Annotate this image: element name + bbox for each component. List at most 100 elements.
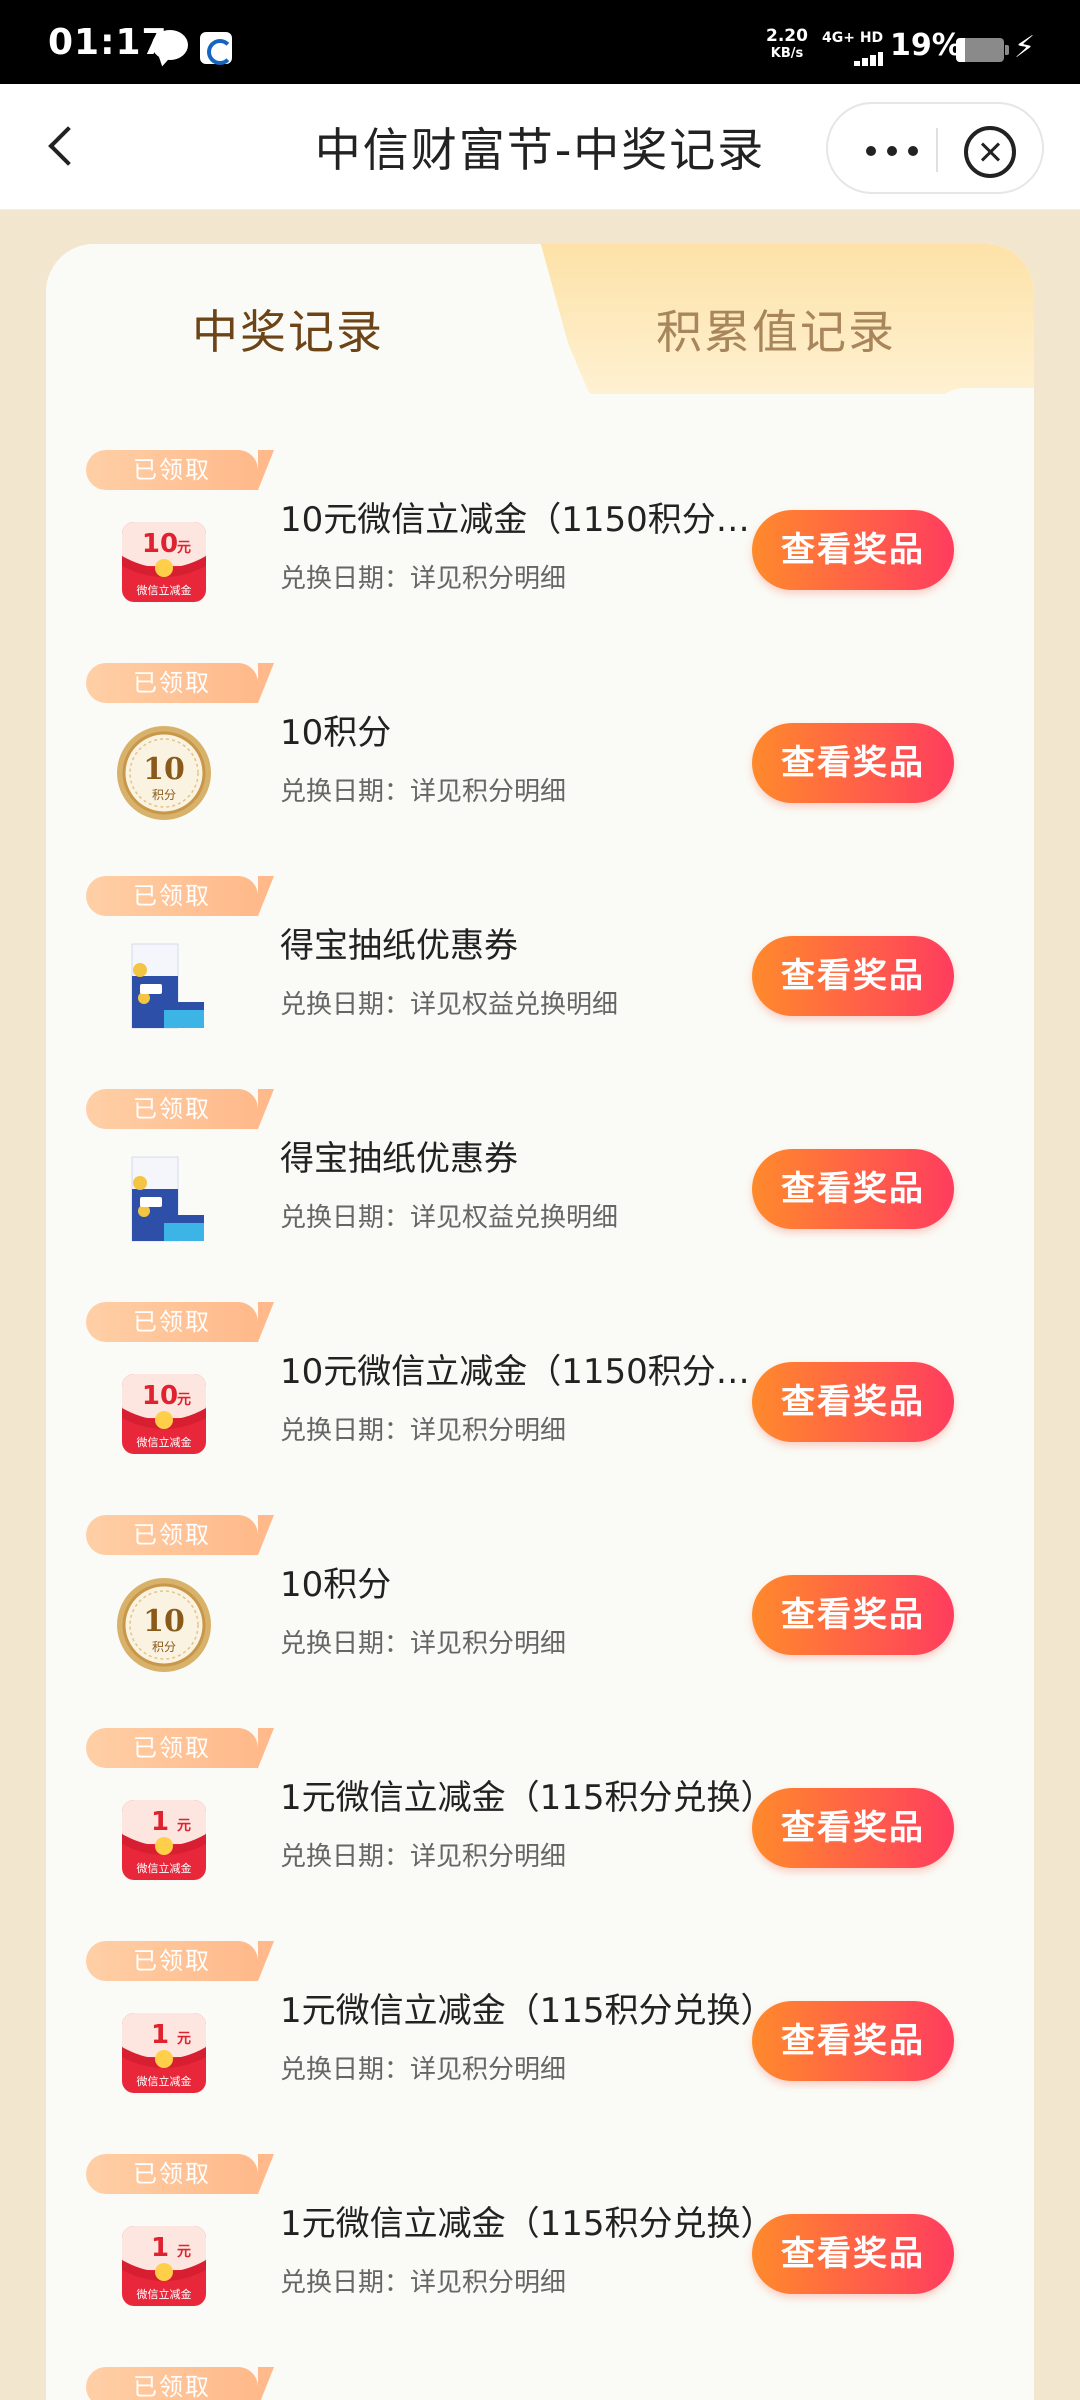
view-prize-button[interactable]: 查看奖品 <box>752 1149 954 1229</box>
prize-name: 1元微信立减金（115积分兑换） <box>280 2204 775 2244</box>
view-prize-button[interactable]: 查看奖品 <box>752 510 954 590</box>
back-button[interactable] <box>44 124 84 170</box>
prize-name: 得宝抽纸优惠券 <box>280 1139 518 1179</box>
battery-icon <box>956 38 1009 62</box>
cash-unit: 元 <box>177 1818 191 1834</box>
tissue-pack-icon <box>131 943 204 1029</box>
wechat-cash-1-icon: 1 元微信立减金 <box>122 1800 206 1880</box>
cash-amount: 1 <box>151 2020 169 2050</box>
view-prize-button[interactable]: 查看奖品 <box>752 936 954 1016</box>
cash-unit: 元 <box>177 540 191 556</box>
cash-caption: 微信立减金 <box>137 2074 192 2088</box>
mini-program-capsule <box>826 102 1044 194</box>
claimed-badge: 已领取 <box>86 2367 274 2400</box>
redeem-date: 兑换日期：详见积分明细 <box>280 2268 567 2298</box>
wechat-cash-1-icon: 1 元微信立减金 <box>122 2226 206 2306</box>
coin-amount: 10 <box>143 752 185 787</box>
cash-caption: 微信立减金 <box>137 1861 192 1875</box>
record-item: 已领取 得宝抽纸优惠券 兑换日期：详见权益兑换明细 查看奖品 <box>46 876 1034 1089</box>
app-notification-icon <box>200 32 233 65</box>
record-item: 已领取 得宝抽纸优惠券 兑换日期：详见权益兑换明细 查看奖品 <box>46 1089 1034 1302</box>
prize-thumbnail: 10 元微信立减金 <box>114 510 214 610</box>
claimed-badge: 已领取 <box>86 663 274 703</box>
record-item: 已领取 1 元微信立减金 1元微信立减金（115积分兑换） 兑换日期：详见积分明细… <box>46 2154 1034 2367</box>
wechat-cash-1-icon: 1 元微信立减金 <box>122 2013 206 2093</box>
points-coin-10-icon: 10积分 <box>117 1578 211 1672</box>
claimed-badge: 已领取 <box>86 450 274 490</box>
tab-winning-records[interactable]: 中奖记录 <box>192 296 384 362</box>
wechat-cash-10-icon: 10元微信立减金 <box>122 522 206 602</box>
capsule-divider <box>936 128 938 172</box>
signal-bars-icon <box>840 52 883 66</box>
record-item: 已领取 10 积分 10积分 兑换日期：详见积分明细 查看奖品 <box>46 1515 1034 1728</box>
claimed-badge: 已领取 <box>86 1089 274 1129</box>
view-prize-button[interactable]: 查看奖品 <box>752 1575 954 1655</box>
view-prize-button[interactable]: 查看奖品 <box>752 723 954 803</box>
claimed-badge: 已领取 <box>86 1302 274 1342</box>
charging-icon: ⚡ <box>1014 30 1036 65</box>
cash-amount: 10 <box>142 529 178 559</box>
more-menu-button[interactable] <box>852 130 932 170</box>
redeem-date: 兑换日期：详见权益兑换明细 <box>280 990 619 1020</box>
battery-level <box>956 38 966 62</box>
prize-thumbnail: 10 积分 <box>114 723 214 823</box>
view-prize-button[interactable]: 查看奖品 <box>752 1362 954 1442</box>
prize-name: 10元微信立减金（1150积分兑… <box>280 500 780 540</box>
record-item: 已领取 <box>46 2367 1034 2400</box>
wechat-cash-10-icon: 10元微信立减金 <box>122 1374 206 1454</box>
tab-bottom-fill <box>46 394 1034 434</box>
prize-thumbnail <box>114 936 214 1036</box>
prize-name: 10积分 <box>280 713 392 753</box>
cash-amount: 1 <box>151 1807 169 1837</box>
claimed-badge: 已领取 <box>86 1728 274 1768</box>
records-card: 中奖记录 积累值记录 已领取 10 元微信立减金 10元微信立减金（1150积分兑… <box>46 244 1034 2400</box>
cash-caption: 微信立减金 <box>137 1435 192 1449</box>
prize-thumbnail: 1 元微信立减金 <box>114 2001 214 2101</box>
coin-caption: 积分 <box>152 788 176 802</box>
view-prize-button[interactable]: 查看奖品 <box>752 2001 954 2081</box>
chat-notification-icon <box>152 30 188 60</box>
cash-amount: 10 <box>142 1381 178 1411</box>
status-time: 01:17 <box>48 22 168 63</box>
redeem-date: 兑换日期：详见权益兑换明细 <box>280 1203 619 1233</box>
claimed-badge: 已领取 <box>86 876 274 916</box>
tab-accumulated-value-records[interactable]: 积累值记录 <box>656 296 896 362</box>
battery-percent: 19% <box>890 28 962 63</box>
record-item: 已领取 10 积分 10积分 兑换日期：详见积分明细 查看奖品 <box>46 663 1034 876</box>
redeem-date: 兑换日期：详见积分明细 <box>280 2055 567 2085</box>
points-coin-10-icon: 10积分 <box>117 726 211 820</box>
redeem-date: 兑换日期：详见积分明细 <box>280 1629 567 1659</box>
claimed-badge: 已领取 <box>86 1515 274 1555</box>
coin-caption: 积分 <box>152 1640 176 1654</box>
cash-caption: 微信立减金 <box>137 2287 192 2301</box>
redeem-date: 兑换日期：详见积分明细 <box>280 1842 567 1872</box>
prize-name: 得宝抽纸优惠券 <box>280 926 518 966</box>
record-item: 已领取 1 元微信立减金 1元微信立减金（115积分兑换） 兑换日期：详见积分明细… <box>46 1941 1034 2154</box>
prize-name: 10元微信立减金（1150积分兑… <box>280 1352 780 1392</box>
cash-amount: 1 <box>151 2233 169 2263</box>
cash-unit: 元 <box>177 2031 191 2047</box>
network-speed: 2.20 KB/s <box>762 28 812 62</box>
close-mini-program-button[interactable] <box>964 126 1016 178</box>
prize-thumbnail <box>114 1149 214 1249</box>
redeem-date: 兑换日期：详见积分明细 <box>280 1416 567 1446</box>
record-item: 已领取 10 元微信立减金 10元微信立减金（1150积分兑… 兑换日期：详见积分… <box>46 450 1034 663</box>
claimed-badge: 已领取 <box>86 2154 274 2194</box>
prize-thumbnail: 1 元微信立减金 <box>114 1788 214 1888</box>
prize-thumbnail: 1 元微信立减金 <box>114 2214 214 2314</box>
cash-unit: 元 <box>177 1392 191 1408</box>
nav-bar: 中信财富节-中奖记录 <box>0 84 1080 210</box>
claimed-badge: 已领取 <box>86 1941 274 1981</box>
prize-thumbnail: 10 元微信立减金 <box>114 1362 214 1462</box>
network-speed-unit: KB/s <box>770 46 804 61</box>
redeem-date: 兑换日期：详见积分明细 <box>280 777 567 807</box>
tissue-pack-icon <box>131 1156 204 1242</box>
coin-amount: 10 <box>143 1604 185 1639</box>
record-item: 已领取 1 元微信立减金 1元微信立减金（115积分兑换） 兑换日期：详见积分明细… <box>46 1728 1034 1941</box>
prize-name: 10积分 <box>280 1565 392 1605</box>
prize-name: 1元微信立减金（115积分兑换） <box>280 1991 775 2031</box>
view-prize-button[interactable]: 查看奖品 <box>752 1788 954 1868</box>
redeem-date: 兑换日期：详见积分明细 <box>280 564 567 594</box>
network-type: 4G+ HD <box>822 30 884 46</box>
view-prize-button[interactable]: 查看奖品 <box>752 2214 954 2294</box>
